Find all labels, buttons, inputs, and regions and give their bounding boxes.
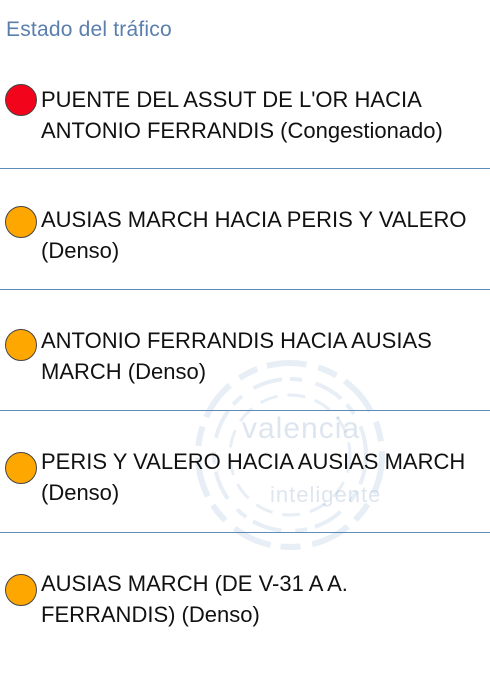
status-dot-icon xyxy=(5,452,37,484)
divider xyxy=(0,532,490,533)
divider xyxy=(0,289,490,290)
status-dot-icon xyxy=(5,574,37,606)
traffic-label: AUSIAS MARCH (DE V-31 A A. FERRANDIS) (D… xyxy=(41,571,348,627)
traffic-label: ANTONIO FERRANDIS HACIA AUSIAS MARCH (De… xyxy=(41,328,432,384)
watermark-text: valencia xyxy=(242,412,361,445)
status-dot-icon xyxy=(5,329,37,361)
page-title: Estado del tráfico xyxy=(6,18,172,41)
status-dot-icon xyxy=(5,84,37,116)
divider xyxy=(0,410,490,411)
traffic-label: AUSIAS MARCH HACIA PERIS Y VALERO (Denso… xyxy=(41,207,467,263)
traffic-label: PERIS Y VALERO HACIA AUSIAS MARCH (Denso… xyxy=(41,449,466,505)
traffic-label: PUENTE DEL ASSUT DE L'OR HACIA ANTONIO F… xyxy=(41,87,443,143)
status-dot-icon xyxy=(5,206,37,238)
divider xyxy=(0,168,490,169)
